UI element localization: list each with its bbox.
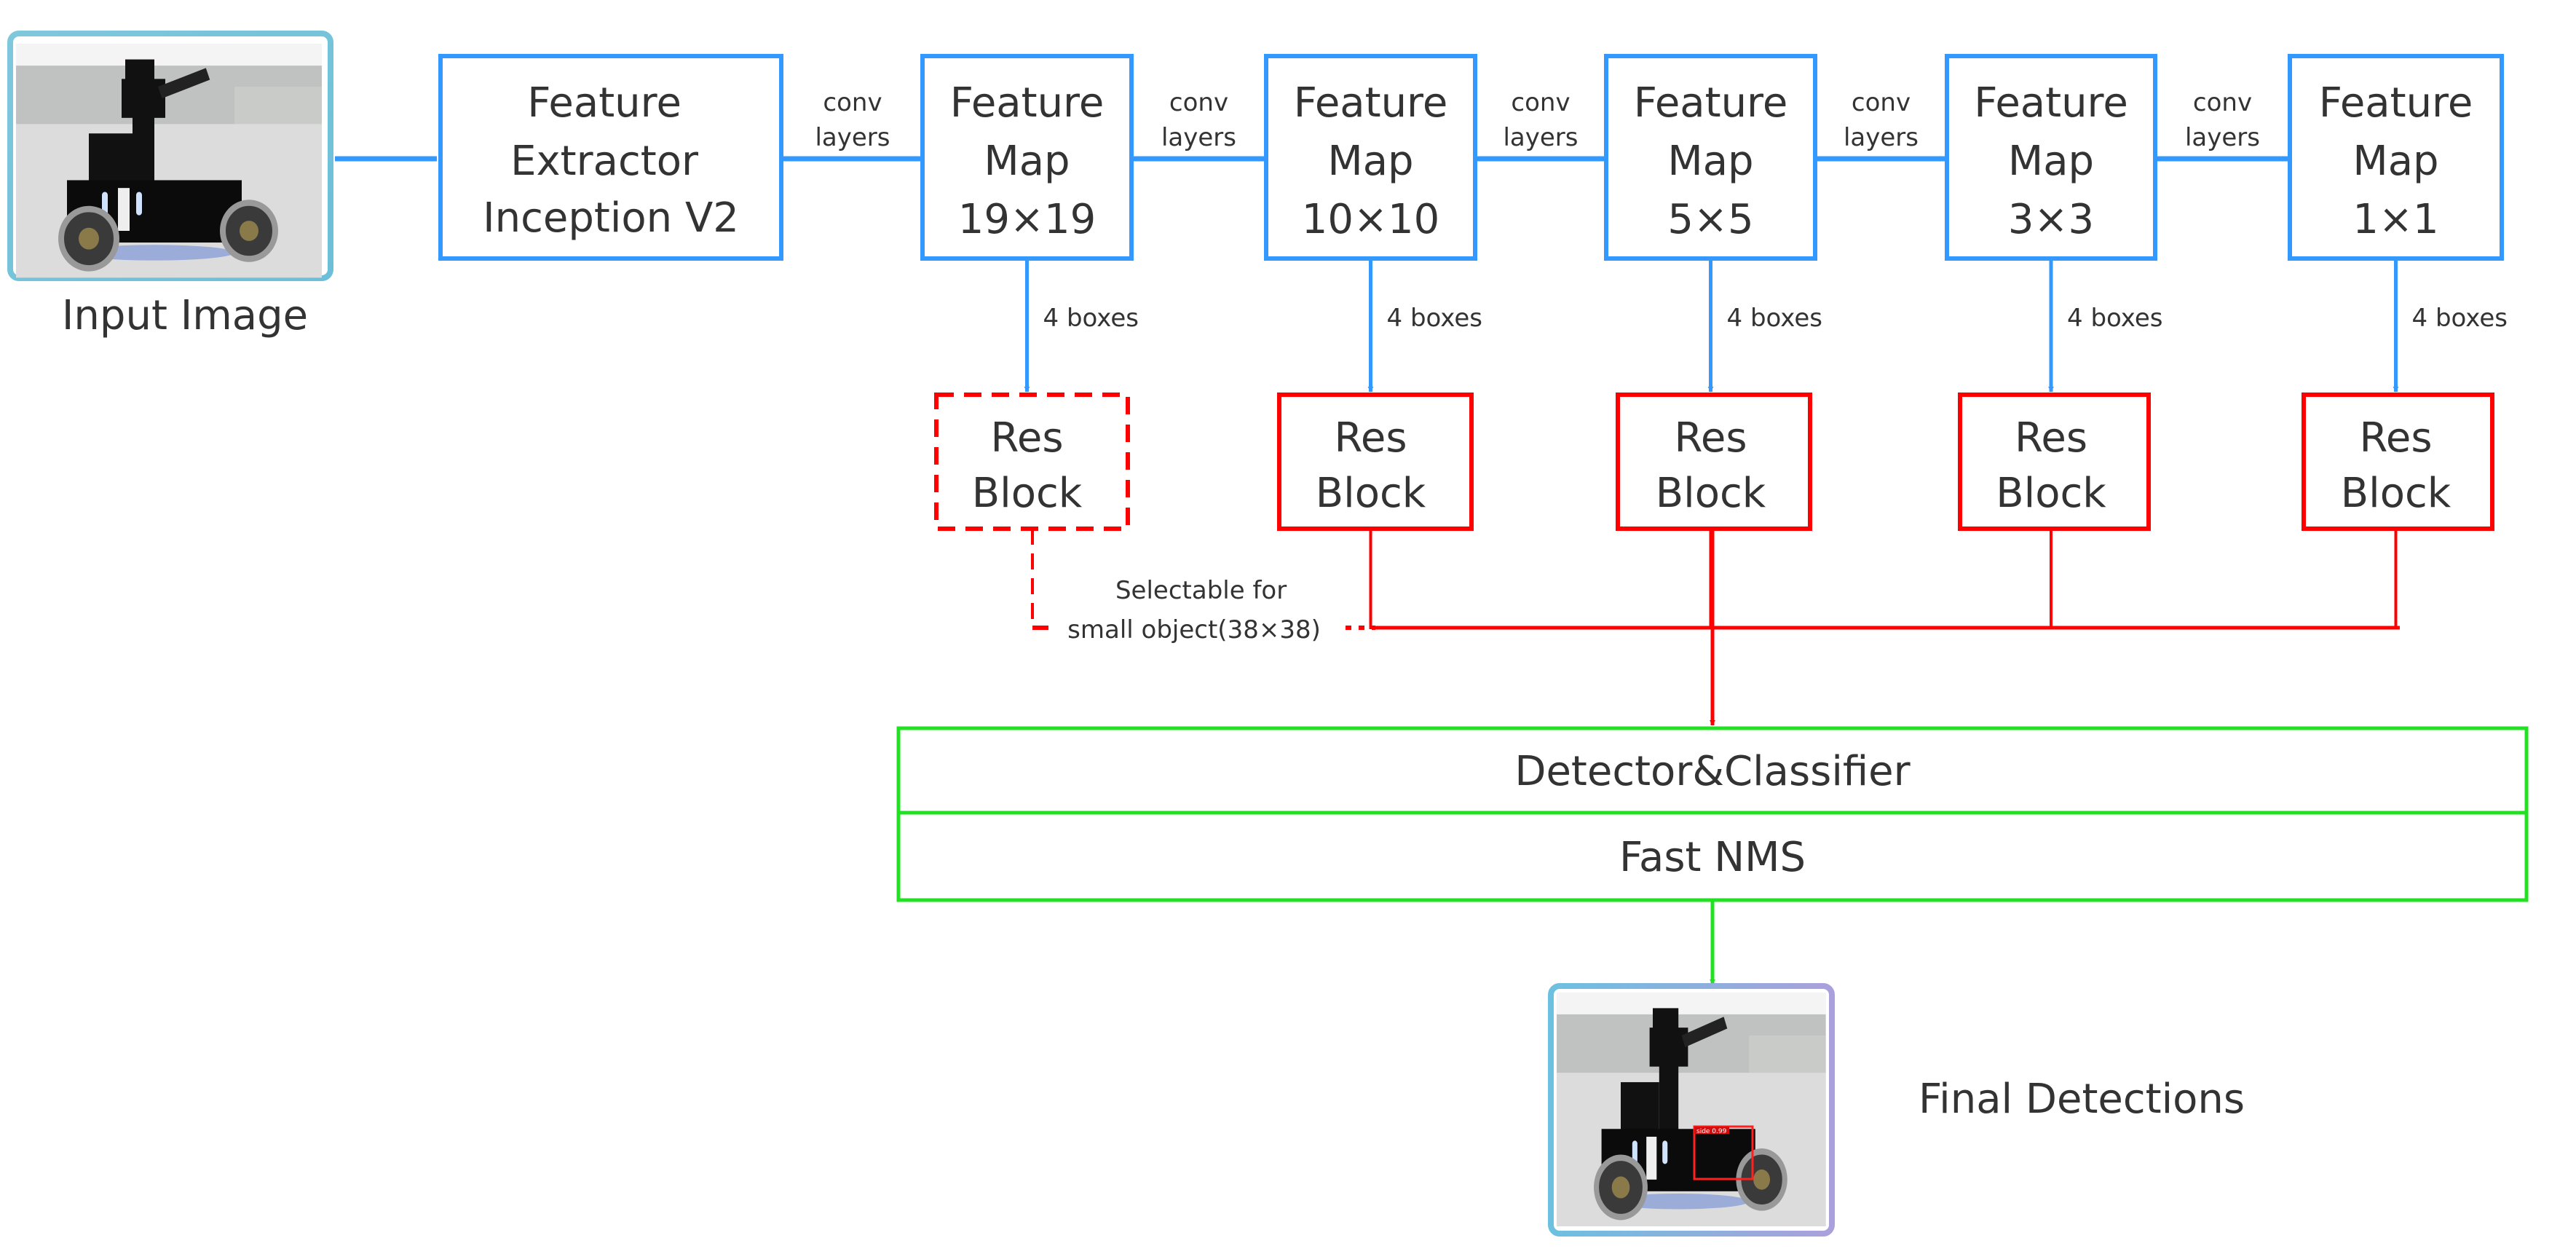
selectable-note: Selectable for small object(38×38) bbox=[1067, 576, 1321, 644]
detection-label: side 0.99 bbox=[1696, 1128, 1727, 1135]
extractor-line: Extractor bbox=[510, 138, 699, 185]
feature-map-box: Feature Map 5×5 bbox=[1604, 54, 1817, 261]
four-boxes-label: 4 boxes bbox=[2412, 304, 2508, 333]
final-detection-image: side 0.99 bbox=[1548, 983, 1835, 1237]
final-detections-label: Final Detections bbox=[1919, 1076, 2245, 1123]
feature-map-box: Feature Map 10×10 bbox=[1264, 54, 1477, 261]
feature-map-box: Feature Map 3×3 bbox=[1945, 54, 2157, 261]
conv-layers-label: conv layers bbox=[1161, 88, 1236, 152]
conv-layers-label: conv layers bbox=[1844, 88, 1919, 152]
four-boxes-label: 4 boxes bbox=[1727, 304, 1822, 333]
res-block: Res Block bbox=[2302, 393, 2494, 531]
feature-map-line: Map bbox=[1327, 138, 1413, 185]
feature-map-line: Map bbox=[2008, 138, 2094, 185]
feature-map-line: Feature bbox=[1974, 79, 2128, 127]
feature-map-line: Feature bbox=[1634, 79, 1788, 127]
feature-map-line: 19×19 bbox=[958, 196, 1096, 243]
conv-layers-label: conv layers bbox=[815, 88, 890, 152]
input-image bbox=[7, 31, 333, 281]
input-image-label: Input Image bbox=[62, 292, 308, 339]
fast-nms-label: Fast NMS bbox=[1619, 834, 1806, 881]
conv-layers-label: conv layers bbox=[1503, 88, 1578, 152]
feature-map-line: 10×10 bbox=[1302, 196, 1439, 243]
feature-extractor-box: Feature Extractor Inception V2 bbox=[438, 54, 783, 261]
feature-map-line: 3×3 bbox=[2008, 196, 2094, 243]
feature-map-line: Map bbox=[984, 138, 1070, 185]
feature-map-line: Feature bbox=[2319, 79, 2473, 127]
feature-map-box: Feature Map 19×19 bbox=[920, 54, 1134, 261]
feature-map-line: 1×1 bbox=[2352, 196, 2438, 243]
res-block: Res Block bbox=[1958, 393, 2151, 531]
feature-map-line: Map bbox=[1667, 138, 1753, 185]
extractor-line: Feature bbox=[527, 79, 681, 127]
ssd-pipeline-diagram: Input Image Feature Extractor Inception … bbox=[7, 31, 2529, 1237]
feature-map-line: Feature bbox=[950, 79, 1105, 127]
extractor-line: Inception V2 bbox=[483, 194, 739, 242]
res-block-optional: Res Block bbox=[934, 393, 1130, 531]
conv-layers-label: conv layers bbox=[2185, 88, 2260, 152]
feature-map-line: Feature bbox=[1294, 79, 1448, 127]
detector-classifier-box: Detector&Classifier Fast NMS bbox=[896, 726, 2529, 902]
four-boxes-label: 4 boxes bbox=[1387, 304, 1482, 333]
feature-map-line: 5×5 bbox=[1667, 196, 1753, 243]
res-block: Res Block bbox=[1277, 393, 1474, 531]
res-block: Res Block bbox=[1616, 393, 1812, 531]
four-boxes-label: 4 boxes bbox=[2067, 304, 2162, 333]
four-boxes-label: 4 boxes bbox=[1043, 304, 1139, 333]
detector-label: Detector&Classifier bbox=[1514, 748, 1911, 795]
feature-map-line: Map bbox=[2352, 138, 2438, 185]
feature-map-box: Feature Map 1×1 bbox=[2288, 54, 2504, 261]
